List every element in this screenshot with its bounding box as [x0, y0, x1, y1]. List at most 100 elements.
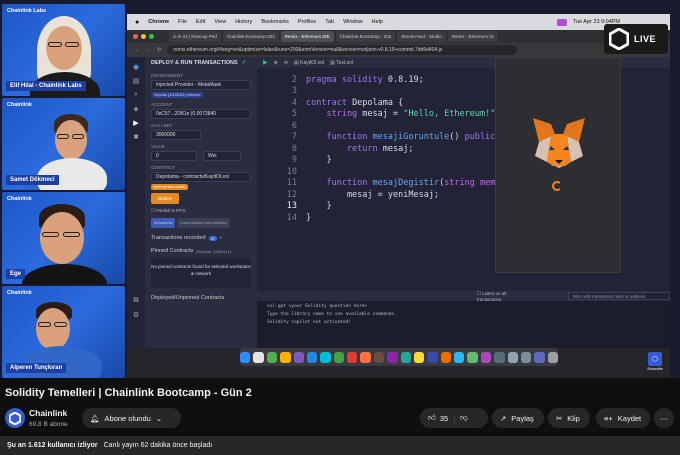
code-text: pragma solidity 0.8.19;: [306, 74, 424, 85]
browser-tab: chainlink-bootcamp-202: [222, 31, 279, 42]
share-button[interactable]: ↗ Paylaş: [492, 408, 544, 428]
dock-app-icon: [547, 351, 558, 363]
line-number: 5: [291, 109, 297, 120]
line-number: 6: [291, 120, 297, 131]
subscribe-watermark[interactable]: ⬡ Subscribe: [642, 352, 668, 374]
dock-app-icon: [387, 351, 398, 363]
webcam-1-glasses: [48, 42, 62, 47]
dock-app-icon: [240, 351, 251, 363]
save-icon: ≡+: [604, 413, 613, 423]
dock-app-icon: [280, 351, 291, 363]
code-line: 2 pragma solidity 0.8.19;: [257, 74, 424, 86]
subscribe-watermark-label: Subscribe: [647, 367, 663, 371]
zoom-dot-icon: [149, 34, 154, 39]
webcam-4-body: [22, 346, 102, 378]
description-box[interactable]: Şu an 1.612 kullanıcı izliyor Canlı yayı…: [0, 436, 680, 455]
live-text: LIVE: [634, 34, 657, 44]
webcam-2-glasses: [57, 134, 69, 139]
metamask-fox-icon: [533, 118, 585, 168]
save-button[interactable]: ≡+ Kaydet: [596, 408, 650, 428]
webcam-name-label: Alperen Tunçkıran: [6, 363, 67, 373]
plugin-icon: ⧉: [133, 297, 139, 304]
debugger-icon: ✱: [133, 134, 139, 141]
check-icon: ✓: [241, 60, 247, 66]
deploy-run-panel: DEPLOY & RUN TRANSACTIONS ✓ ENVIRONMENT I…: [145, 57, 257, 348]
window-controls: [133, 34, 154, 39]
code-line: 14}: [257, 212, 311, 224]
record-icon: [556, 18, 567, 26]
dock-app-icon: [413, 351, 425, 363]
webcam-brand: Chainlink Labs: [7, 8, 47, 14]
webcam-brand: Chainlink: [7, 102, 32, 108]
menu-file: File: [178, 19, 187, 25]
subscribed-button[interactable]: 🔔︎ Abone olundu ⌄: [82, 408, 181, 428]
run-icon: ▶: [263, 60, 268, 66]
metamask-popup: [495, 57, 621, 273]
dock-app-icon: [293, 351, 304, 363]
thumbs-up-icon: 👍︎: [428, 413, 436, 422]
terminal-line: Type the library name to see available c…: [267, 312, 398, 317]
minimize-dot-icon: [141, 34, 146, 39]
like-button[interactable]: 👍︎ 35: [428, 413, 448, 423]
file-explorer-icon: ▤: [132, 78, 140, 85]
code-text: }: [306, 201, 332, 212]
line-number: 7: [291, 132, 297, 143]
code-text: }: [306, 155, 332, 166]
subscribed-label: Abone olundu: [104, 413, 151, 423]
webcam-4-face: [36, 308, 70, 350]
account-label: ACCOUNT: [151, 102, 173, 107]
transactions-count-badge: 0: [208, 235, 217, 241]
mac-menubar: ● Chrome File Edit View History Bookmark…: [127, 14, 670, 30]
chainlink-logo-icon: ⬡: [648, 352, 662, 366]
chainlink-hexagon-icon: [608, 28, 630, 50]
terminal-output: sol-gpt <your Solidity question here> Ty…: [257, 301, 670, 348]
forward-icon: →: [146, 47, 151, 53]
dock-app-icon: [400, 351, 411, 363]
editor-tab: ▤ Test.sol: [330, 59, 354, 66]
clip-button[interactable]: ✂ Klip: [548, 408, 590, 428]
dock-app-icon: [373, 351, 385, 363]
dock-app-icon: [360, 351, 371, 363]
dislike-button[interactable]: 👎︎: [460, 413, 468, 423]
webcam-3: Chainlink Ege: [2, 192, 125, 284]
live-badge: LIVE: [604, 24, 668, 54]
chevron-down-icon: ⌄: [155, 413, 163, 423]
dock-app-icon: [427, 351, 438, 363]
webcam-2: Chainlink Samet Dökmeci: [2, 98, 125, 190]
channel-avatar[interactable]: [5, 408, 25, 428]
webcam-1-face: [46, 26, 82, 70]
dock-app-icon: [520, 351, 532, 363]
browser-tab: Chainlink Bootcamp - 202: [335, 31, 396, 42]
publish-ipfs-checkbox: ☐ Publish to IPFS: [151, 208, 186, 213]
menu-view: View: [214, 19, 227, 25]
code-line: 10: [257, 166, 306, 178]
dock-app-icon: [347, 351, 358, 363]
webcam-2-face: [55, 120, 87, 160]
code-line: 3: [257, 86, 306, 98]
contract-label: CONTRACT: [151, 165, 175, 170]
webcam-1: Chainlink Labs Elif Hilal - Chainlink La…: [2, 4, 125, 96]
pinned-network: (Sepolia: 11155111): [196, 248, 232, 254]
dock-app-icon: [320, 351, 331, 363]
code-line: 13 }: [257, 201, 332, 213]
video-player[interactable]: Chainlink Labs Elif Hilal - Chainlink La…: [0, 0, 680, 378]
gas-limit-input: 3000000: [151, 130, 201, 140]
more-button[interactable]: ⋯: [654, 408, 674, 428]
channel-name[interactable]: Chainlink: [29, 408, 67, 418]
dock-app-icon: [534, 351, 545, 363]
dock-app-icon: [333, 351, 344, 363]
webcam-3-glasses-r: [63, 232, 80, 237]
at-address-row: At Address Load contract from Address: [151, 218, 251, 228]
dock-app-icon: [480, 351, 492, 363]
code-text: function mesajiGoruntule() public vie: [306, 132, 516, 143]
loading-spinner-icon: [552, 181, 562, 191]
line-number: 8: [291, 143, 297, 154]
divider: |: [453, 413, 456, 423]
remix-icon-bar: ◉ ▤ ⌕ ◈ ▶ ✱ ⧉ ⚙: [127, 57, 145, 348]
menu-bookmarks: Bookmarks: [261, 19, 289, 25]
code-line: 11 function mesajDegistir(string memory: [257, 178, 511, 190]
code-text: function mesajDegistir(string memory: [306, 178, 511, 189]
menu-chrome: Chrome: [148, 19, 170, 25]
code-line: 5 string mesaj = "Hello, Ethereum!";: [257, 109, 501, 121]
search-icon: ⌕: [134, 91, 138, 98]
